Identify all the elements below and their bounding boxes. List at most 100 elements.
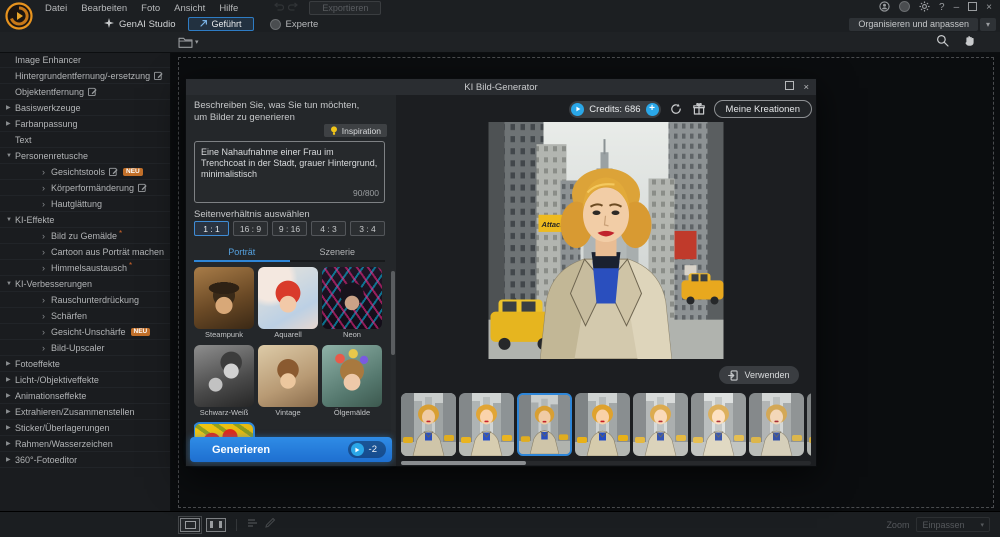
style-thumbnail[interactable]: [322, 345, 382, 407]
sidebar-item-korperformanderung[interactable]: ›Körperformänderung: [0, 180, 170, 196]
aspect-ratio-16-9[interactable]: 16 : 9: [233, 221, 268, 236]
sidebar-item-sticker-uberlagerungen[interactable]: ▶Sticker/Überlagerungen: [0, 420, 170, 436]
sidebar-item-gesicht-unscharfe[interactable]: ›Gesicht-UnschärfeNEU: [0, 324, 170, 340]
view-filmstrip-button[interactable]: [206, 518, 226, 532]
settings-gear-icon[interactable]: [919, 1, 930, 15]
result-thumbnail-3[interactable]: [517, 393, 572, 456]
style-tab-szenerie[interactable]: Szenerie: [290, 243, 386, 260]
result-thumbnail-4[interactable]: [575, 393, 630, 456]
app-logo-icon[interactable]: [5, 2, 33, 30]
help-icon[interactable]: ?: [939, 3, 945, 13]
sync-status-icon[interactable]: [899, 1, 910, 15]
style-grid: SteampunkAquarellNeon Schwarz-WeißVintage…: [194, 267, 386, 439]
menu-datei[interactable]: Datei: [38, 3, 74, 14]
dialog-close-icon[interactable]: ×: [803, 82, 809, 93]
refresh-icon[interactable]: [668, 101, 684, 117]
chevron-down-icon[interactable]: ▾: [980, 18, 996, 31]
view-single-button[interactable]: [180, 518, 200, 532]
style-thumbnail[interactable]: [258, 345, 318, 407]
sidebar-item-bild-zu-gemalde[interactable]: ›Bild zu Gemälde*: [0, 228, 170, 244]
menu-foto[interactable]: Foto: [134, 3, 167, 14]
organize-dropdown[interactable]: Organisieren und anpassen ▾: [849, 18, 996, 31]
close-icon[interactable]: ×: [986, 3, 992, 13]
aspect-ratio-9-16[interactable]: 9 : 16: [272, 221, 307, 236]
sidebar-item-image-enhancer[interactable]: Image Enhancer: [0, 52, 170, 68]
undo-icon[interactable]: [273, 2, 284, 15]
sidebar-item-label: KI-Verbesserungen: [15, 279, 92, 289]
generated-image-preview[interactable]: Attack: [489, 122, 724, 359]
aspect-ratio-4-3[interactable]: 4 : 3: [311, 221, 346, 236]
pan-hand-icon[interactable]: [963, 34, 976, 50]
style-option-steampunk[interactable]: Steampunk: [194, 267, 254, 340]
dialog-maximize-icon[interactable]: [785, 81, 794, 93]
menu-hilfe[interactable]: Hilfe: [212, 3, 245, 14]
sidebar-item-rahmen-wasserzeichen[interactable]: ▶Rahmen/Wasserzeichen: [0, 436, 170, 452]
minimize-icon[interactable]: –: [954, 3, 960, 13]
menu-bearbeiten[interactable]: Bearbeiten: [74, 3, 134, 14]
style-option-vintage[interactable]: Vintage: [258, 345, 318, 418]
generate-button[interactable]: Generieren -2: [190, 437, 392, 462]
sidebar-item-basiswerkzeuge[interactable]: ▶Basiswerkzeuge: [0, 100, 170, 116]
credits-balance[interactable]: Credits: 686 +: [569, 101, 660, 118]
sidebar-item-bild-upscaler[interactable]: ›Bild-Upscaler: [0, 340, 170, 356]
restore-icon[interactable]: [968, 2, 977, 14]
sidebar-item-text[interactable]: Text: [0, 132, 170, 148]
result-thumbnail-5[interactable]: [633, 393, 688, 456]
account-icon[interactable]: [879, 1, 890, 15]
search-icon[interactable]: [936, 34, 949, 50]
style-thumbnail[interactable]: [194, 345, 254, 407]
style-thumbnail[interactable]: [322, 267, 382, 329]
prompt-input[interactable]: Eine Nahaufnahme einer Frau im Trenchcoa…: [194, 141, 385, 203]
sidebar-item-hintergrundentfernung-ersetzung[interactable]: Hintergrundentfernung/-ersetzung: [0, 68, 170, 84]
sidebar-item-personenretusche[interactable]: ▼Personenretusche: [0, 148, 170, 164]
aspect-ratio-1-1[interactable]: 1 : 1: [194, 221, 229, 236]
menu-ansicht[interactable]: Ansicht: [167, 3, 212, 14]
style-option-schwarz-weiss[interactable]: Schwarz-Weiß: [194, 345, 254, 418]
result-thumbnail-2[interactable]: [459, 393, 514, 456]
sidebar-item-extrahieren-zusammenstellen[interactable]: ▶Extrahieren/Zusammenstellen: [0, 404, 170, 420]
aspect-ratio-3-4[interactable]: 3 : 4: [350, 221, 385, 236]
sidebar-item-hautglattung[interactable]: ›Hautglättung: [0, 196, 170, 212]
style-thumbnail[interactable]: [194, 267, 254, 329]
redo-icon[interactable]: [288, 2, 299, 15]
tab-expert[interactable]: Experte: [270, 19, 319, 30]
result-thumbnail-1[interactable]: [401, 393, 456, 456]
style-thumbnail[interactable]: [258, 267, 318, 329]
open-folder-button[interactable]: ▾: [178, 36, 199, 48]
sidebar-item-objektentfernung[interactable]: Objektentfernung: [0, 84, 170, 100]
sidebar-item-animationseffekte[interactable]: ▶Animationseffekte: [0, 388, 170, 404]
style-option-aquarell[interactable]: Aquarell: [258, 267, 318, 340]
add-credits-button[interactable]: +: [646, 103, 659, 116]
sidebar-item-rauschunterdruckung[interactable]: ›Rauschunterdrückung: [0, 292, 170, 308]
sidebar-item-farbanpassung[interactable]: ▶Farbanpassung: [0, 116, 170, 132]
sidebar-item-himmelsaustausch[interactable]: ›Himmelsaustausch*: [0, 260, 170, 276]
use-button[interactable]: Verwenden: [719, 366, 799, 384]
style-list: SteampunkAquarellNeon Schwarz-WeißVintage…: [194, 267, 388, 439]
result-thumbnail-7[interactable]: [749, 393, 804, 456]
edit-pencil-icon: [138, 183, 147, 192]
inspiration-button[interactable]: Inspiration: [324, 124, 387, 137]
strip-scrollbar[interactable]: [401, 461, 811, 465]
sidebar-item-360-fotoeditor[interactable]: ▶360°-Fotoeditor: [0, 452, 170, 468]
sidebar-item-fotoeffekte[interactable]: ▶Fotoeffekte: [0, 356, 170, 372]
sidebar-item-scharfen[interactable]: ›Schärfen: [0, 308, 170, 324]
sidebar-item-ki-effekte[interactable]: ▼KI-Effekte: [0, 212, 170, 228]
dialog-titlebar[interactable]: KI Bild-Generator ×: [186, 79, 816, 95]
sidebar-item-gesichtstools[interactable]: ›GesichtstoolsNEU: [0, 164, 170, 180]
export-button[interactable]: Exportieren: [309, 1, 381, 15]
sidebar-item-label: Extrahieren/Zusammenstellen: [15, 407, 135, 417]
sidebar-item-label: Objektentfernung: [15, 87, 84, 97]
sidebar-item-licht-objektiveffekte[interactable]: ▶Licht-/Objektiveffekte: [0, 372, 170, 388]
style-option-olgemalde[interactable]: Ölgemälde: [322, 345, 382, 418]
result-thumbnail-6[interactable]: [691, 393, 746, 456]
sidebar-item-cartoon-aus-portrat-machen[interactable]: ›Cartoon aus Porträt machen: [0, 244, 170, 260]
sidebar-item-ki-verbesserungen[interactable]: ▼KI-Verbesserungen: [0, 276, 170, 292]
style-option-neon[interactable]: Neon: [322, 267, 382, 340]
my-creations-button[interactable]: Meine Kreationen: [714, 100, 812, 118]
result-thumbnail-8[interactable]: [807, 393, 811, 456]
style-scrollbar[interactable]: [391, 269, 395, 437]
gift-icon[interactable]: [691, 101, 707, 117]
style-tab-portrat[interactable]: Porträt: [194, 243, 290, 260]
tab-guided[interactable]: Geführt: [188, 17, 254, 31]
zoom-select[interactable]: Einpassen ▾: [916, 517, 990, 532]
